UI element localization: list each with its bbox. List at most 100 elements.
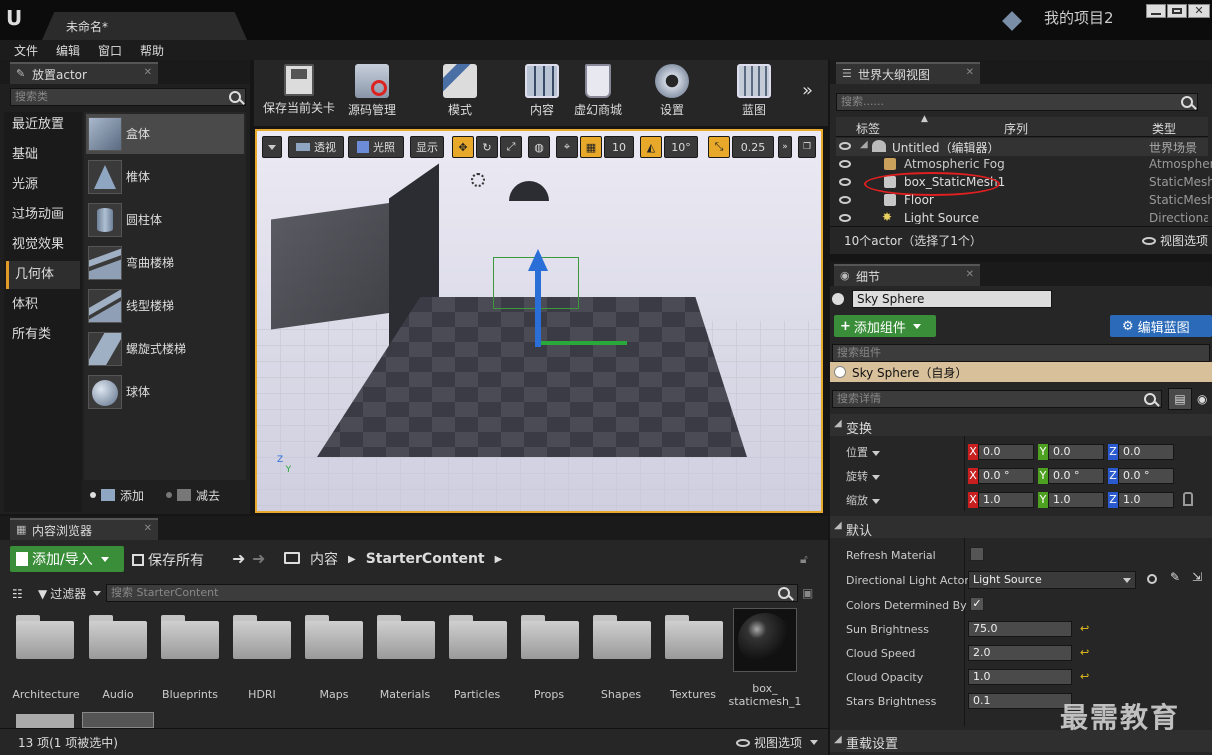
folder-blueprints[interactable]: [161, 615, 219, 659]
folder-materials[interactable]: [377, 615, 435, 659]
visibility-eye-icon[interactable]: [839, 142, 851, 150]
folder-maps[interactable]: [305, 615, 363, 659]
lock-icon[interactable]: 🔓︎: [800, 552, 808, 567]
location-y-field[interactable]: 0.0: [1048, 444, 1104, 460]
shape-curved-stairs[interactable]: 弯曲楼梯: [86, 243, 244, 283]
back-arrow-icon[interactable]: ➜: [232, 549, 245, 568]
category-volumes[interactable]: 体积: [6, 291, 80, 319]
add-brush-option[interactable]: 添加: [90, 486, 144, 504]
settings-button[interactable]: 设置: [644, 62, 700, 120]
close-tab-icon[interactable]: ✕: [966, 67, 974, 78]
location-label[interactable]: 位置: [846, 444, 880, 460]
collapse-arrow-icon[interactable]: ◢: [834, 520, 842, 531]
actor-name-field[interactable]: Sky Sphere: [852, 290, 1052, 308]
scale-x-field[interactable]: 1.0: [978, 492, 1034, 508]
edit-blueprint-button[interactable]: ⚙ 编辑蓝图: [1110, 315, 1212, 337]
cloud-opacity-field[interactable]: 1.0: [968, 669, 1072, 685]
eyedropper-icon[interactable]: ✎: [1170, 570, 1180, 584]
visibility-eye-icon[interactable]: [839, 214, 851, 222]
maximize-viewport-button[interactable]: ❐: [798, 136, 816, 158]
folder-nav-icon[interactable]: [284, 552, 300, 564]
save-level-button[interactable]: 保存当前关卡: [258, 62, 340, 120]
content-search-input[interactable]: 搜索 StarterContent: [106, 584, 798, 602]
category-lights[interactable]: 光源: [6, 171, 80, 199]
reset-to-default-icon[interactable]: ↩: [1080, 670, 1089, 683]
collapse-arrow-icon[interactable]: ◢: [834, 418, 842, 429]
perspective-button[interactable]: 透视: [288, 136, 344, 158]
minimize-button[interactable]: [1146, 4, 1166, 18]
filters-button[interactable]: ▼ 过滤器: [38, 585, 102, 602]
scale-y-field[interactable]: 1.0: [1048, 492, 1104, 508]
rotation-snap-toggle[interactable]: ◭: [640, 136, 662, 158]
modes-button[interactable]: 模式: [432, 62, 488, 120]
place-actor-tab[interactable]: ✎ 放置actor ✕: [10, 62, 158, 84]
add-component-button[interactable]: + 添加组件: [834, 315, 936, 337]
menu-help[interactable]: 帮助: [140, 42, 164, 59]
lock-icon[interactable]: [1183, 492, 1193, 506]
outliner-row[interactable]: ◢ Untitled（编辑器） 世界场景: [836, 138, 1208, 156]
folder-shapes[interactable]: [593, 615, 651, 659]
stars-brightness-field[interactable]: 0.1: [968, 693, 1072, 709]
menu-edit[interactable]: 编辑: [56, 42, 80, 59]
outliner-row[interactable]: ✸ Light Source Directional: [836, 210, 1208, 224]
forward-arrow-icon[interactable]: ➜: [252, 549, 265, 568]
browse-search-icon[interactable]: [1147, 574, 1157, 584]
category-geometry[interactable]: 几何体: [6, 261, 80, 289]
close-button[interactable]: ✕: [1188, 4, 1210, 18]
folder-textures[interactable]: [665, 615, 723, 659]
world-outliner-tab[interactable]: ☰ 世界大纲视图 ✕: [836, 62, 980, 84]
outliner-search-input[interactable]: 搜索......: [836, 93, 1198, 111]
cloud-speed-field[interactable]: 2.0: [968, 645, 1072, 661]
rotation-label[interactable]: 旋转: [846, 468, 880, 484]
close-tab-icon[interactable]: ✕: [966, 269, 974, 280]
colors-determined-checkbox[interactable]: ✓: [970, 597, 984, 611]
subtract-brush-option[interactable]: 减去: [166, 486, 220, 504]
place-search-input[interactable]: 搜索类: [10, 88, 246, 106]
content-browser-tab[interactable]: ▦ 内容浏览器 ✕: [10, 518, 158, 540]
grid-snap-value[interactable]: 10: [604, 136, 634, 158]
directional-light-actor-select[interactable]: Light Source: [968, 571, 1136, 589]
close-tab-icon[interactable]: ✕: [144, 67, 152, 78]
rotate-mode-button[interactable]: ↻: [476, 136, 498, 158]
translate-mode-button[interactable]: ✥: [452, 136, 474, 158]
folder-architecture[interactable]: [16, 615, 74, 659]
document-tab[interactable]: 未命名*: [42, 12, 247, 40]
use-selected-icon[interactable]: ⇲: [1192, 570, 1202, 584]
save-search-icon[interactable]: ▣: [802, 586, 813, 600]
column-type[interactable]: 类型: [1152, 120, 1176, 137]
sun-brightness-field[interactable]: 75.0: [968, 621, 1072, 637]
menu-file[interactable]: 文件: [14, 42, 38, 59]
category-basic[interactable]: 基础: [6, 141, 80, 169]
marketplace-button[interactable]: 虚幻商城: [570, 62, 626, 120]
outliner-row[interactable]: Floor StaticMesh: [836, 192, 1212, 210]
scale-z-field[interactable]: 1.0: [1118, 492, 1174, 508]
category-cinematic[interactable]: 过场动画: [6, 201, 80, 229]
details-tab[interactable]: ◉ 细节 ✕: [834, 264, 980, 286]
category-visual-effects[interactable]: 视觉效果: [6, 231, 80, 259]
maximize-button[interactable]: [1167, 4, 1187, 18]
show-button[interactable]: 显示: [410, 136, 444, 158]
visibility-eye-icon[interactable]: [839, 160, 851, 168]
folder-audio[interactable]: [89, 615, 147, 659]
visibility-eye-icon[interactable]: [839, 178, 851, 186]
close-tab-icon[interactable]: ✕: [144, 523, 152, 534]
scale-label[interactable]: 缩放: [846, 492, 880, 508]
reset-to-default-icon[interactable]: ↩: [1080, 646, 1089, 659]
sources-panel-toggle-icon[interactable]: ☷: [12, 587, 23, 601]
search-details-input[interactable]: 搜索详情: [832, 390, 1162, 408]
shape-linear-stairs[interactable]: 线型楼梯: [86, 286, 244, 326]
visibility-eye-icon[interactable]: [839, 196, 851, 204]
breadcrumb-starter-content[interactable]: StarterContent: [366, 551, 485, 567]
rotation-z-field[interactable]: 0.0 °: [1118, 468, 1174, 484]
add-import-button[interactable]: 添加/导入: [10, 546, 124, 572]
component-row-self[interactable]: Sky Sphere（自身）: [830, 362, 1212, 382]
column-sequence[interactable]: 序列: [1004, 120, 1028, 137]
shape-box[interactable]: 盒体: [86, 114, 244, 154]
shape-spiral-stairs[interactable]: 螺旋式楼梯: [86, 329, 244, 369]
asset-box-staticmesh[interactable]: [733, 608, 797, 672]
search-components-input[interactable]: 搜索组件: [832, 344, 1210, 362]
folder-props[interactable]: [521, 615, 579, 659]
location-z-field[interactable]: 0.0: [1118, 444, 1174, 460]
folder-particles[interactable]: [449, 615, 507, 659]
refresh-material-checkbox[interactable]: [970, 547, 984, 561]
